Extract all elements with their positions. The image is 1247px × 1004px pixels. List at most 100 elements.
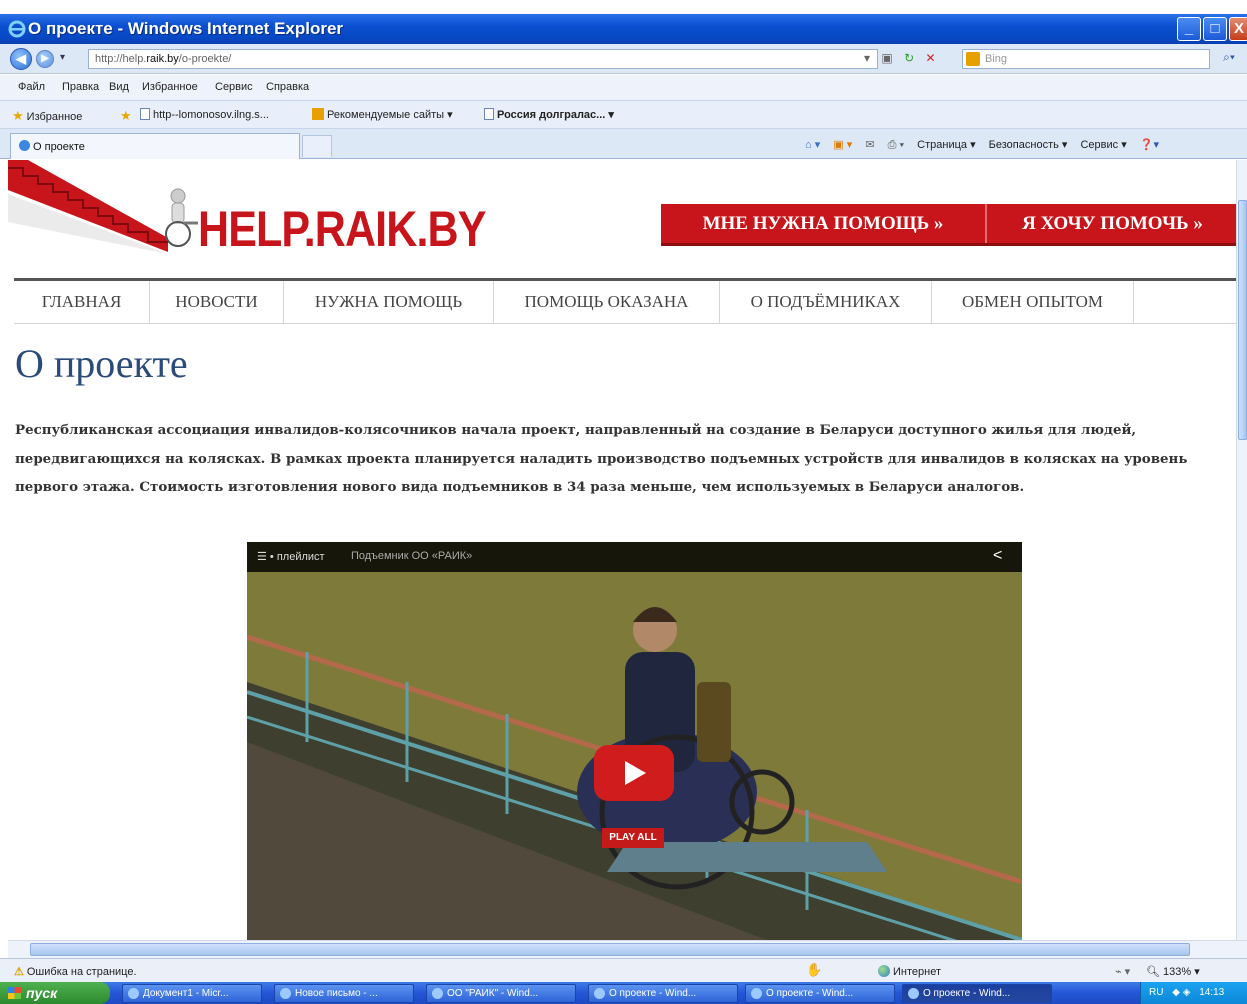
taskbar-item-word[interactable]: Документ1 - Micr... xyxy=(122,984,262,1003)
menu-file[interactable]: Файл xyxy=(18,81,45,93)
language-indicator[interactable]: RU xyxy=(1149,987,1163,998)
start-button[interactable]: пуск xyxy=(0,982,110,1004)
address-toolbar: ◀ ▶ ▾ http://help.raik.by/o-proekte/ ▾ ▣… xyxy=(0,44,1247,74)
compat-view-icon[interactable]: ▣ xyxy=(881,51,892,65)
tools-menu[interactable]: Сервис ▾ xyxy=(1080,139,1126,151)
page-viewport: HELP.RAIK.BY МНЕ НУЖНА ПОМОЩЬ » Я ХОЧУ П… xyxy=(8,160,1236,940)
play-all-button[interactable]: PLAY ALL xyxy=(602,828,664,848)
taskbar-item-ie-3[interactable]: О проекте - Wind... xyxy=(745,984,895,1003)
vertical-scrollbar[interactable] xyxy=(1236,160,1247,940)
dropdown-icon[interactable]: ▾ xyxy=(864,51,870,65)
menu-tools[interactable]: Сервис xyxy=(215,81,253,93)
mail-icon[interactable]: ✉ xyxy=(865,139,874,151)
status-bar: ⚠ Ошибка на странице. ✋ Интернет ⌁ ▾ 🔍︎ 1… xyxy=(0,958,1247,982)
add-favorite-icon[interactable]: ★ xyxy=(120,108,135,124)
nav-experience[interactable]: ОБМЕН ОПЫТОМ xyxy=(932,281,1134,323)
zoom-icon: 🔍︎ xyxy=(1146,966,1160,978)
ie-logo-icon xyxy=(8,20,26,38)
zoom-level[interactable]: 🔍︎ 133% ▾ xyxy=(1146,965,1200,978)
favorite-link-3[interactable]: Россия долгралас... ▾ xyxy=(484,108,614,121)
nav-home[interactable]: ГЛАВНАЯ xyxy=(14,281,150,323)
windows-flag-icon xyxy=(8,987,21,999)
video-player[interactable]: ☰ • плейлист Подъемник ОО «РАИК» < PLAY … xyxy=(247,542,1022,940)
menu-view[interactable]: Вид xyxy=(109,81,129,93)
forward-button[interactable]: ▶ xyxy=(36,50,54,68)
favorites-bar: ★ Избранное ★ http--lomonosov.ilng.s... Р… xyxy=(0,101,1247,129)
title-bar: О проекте - Windows Internet Explorer _ … xyxy=(0,14,1247,44)
new-tab-button[interactable] xyxy=(302,135,332,157)
suggested-sites-icon xyxy=(312,108,324,120)
print-icon[interactable]: ⎙ ▾ xyxy=(888,139,904,151)
globe-icon xyxy=(878,965,890,977)
close-button[interactable]: X xyxy=(1229,17,1247,41)
site-nav: ГЛАВНАЯ НОВОСТИ НУЖНА ПОМОЩЬ ПОМОЩЬ ОКАЗ… xyxy=(14,278,1236,324)
address-tools: ▾ ▣ ↻ ✕ xyxy=(864,51,936,65)
page-menu[interactable]: Страница ▾ xyxy=(917,139,975,151)
star-icon: ★ xyxy=(12,108,24,123)
taskbar-item-ie-4[interactable]: О проекте - Wind... xyxy=(902,984,1052,1003)
menu-bar: Файл Правка Вид Избранное Сервис Справка xyxy=(0,75,1247,101)
security-zone: Интернет xyxy=(878,965,941,978)
popup-blocker-icon[interactable]: ✋ xyxy=(806,962,822,978)
warning-icon: ⚠ xyxy=(14,966,24,978)
maximize-button[interactable]: □ xyxy=(1203,17,1227,41)
playlist-label[interactable]: ☰ • плейлист xyxy=(257,550,325,563)
page-icon xyxy=(140,108,150,120)
search-input[interactable]: Bing xyxy=(962,49,1210,69)
favorite-link-1[interactable]: http--lomonosov.ilng.s... xyxy=(140,108,269,121)
favorite-link-2[interactable]: Рекомендуемые сайты ▾ xyxy=(312,108,453,121)
back-button[interactable]: ◀ xyxy=(10,48,32,70)
safety-menu[interactable]: Безопасность ▾ xyxy=(989,139,1068,151)
menu-favorites[interactable]: Избранное xyxy=(142,81,198,93)
bing-icon xyxy=(966,52,980,66)
play-icon xyxy=(625,761,646,785)
nav-help-given[interactable]: ПОМОЩЬ ОКАЗАНА xyxy=(494,281,720,323)
feeds-icon[interactable]: ▣ ▾ xyxy=(833,139,852,151)
video-title[interactable]: Подъемник ОО «РАИК» xyxy=(351,550,472,562)
search-icon[interactable]: ⌕▾ xyxy=(1216,50,1242,68)
favorites-button[interactable]: ★ Избранное xyxy=(12,108,82,124)
horizontal-scrollbar[interactable] xyxy=(8,940,1247,958)
video-thumbnail xyxy=(247,542,1022,940)
tray-icons[interactable]: ◆ ◈ xyxy=(1172,987,1190,998)
address-input[interactable]: http://help.raik.by/o-proekte/ xyxy=(88,49,878,69)
horizontal-scroll-thumb[interactable] xyxy=(30,943,1190,956)
want-to-help-button[interactable]: Я ХОЧУ ПОМОЧЬ » xyxy=(989,204,1236,243)
page-error-status[interactable]: ⚠ Ошибка на странице. xyxy=(14,965,137,978)
tab-row: О проекте ⌂ ▾ ▣ ▾ ✉ ⎙ ▾ Страница ▾ Безоп… xyxy=(0,129,1247,159)
stop-icon[interactable]: ✕ xyxy=(925,51,935,65)
menu-help[interactable]: Справка xyxy=(266,81,309,93)
system-tray: RU ◆ ◈ 14:13 xyxy=(1140,982,1247,1004)
ie-icon xyxy=(19,140,30,151)
intro-text: Республиканская ассоциация инвалидов-кол… xyxy=(15,422,1188,495)
window-title: О проекте - Windows Internet Explorer xyxy=(28,19,344,38)
clock: 14:13 xyxy=(1199,987,1225,998)
need-help-button[interactable]: МНЕ НУЖНА ПОМОЩЬ » xyxy=(661,204,987,243)
back-arrow-icon: ◀ xyxy=(16,51,26,66)
taskbar-item-mail[interactable]: Новое письмо - ... xyxy=(274,984,414,1003)
vertical-scroll-thumb[interactable] xyxy=(1238,200,1247,440)
video-topbar: ☰ • плейлист Подъемник ОО «РАИК» < xyxy=(247,542,1022,572)
share-icon[interactable]: < xyxy=(993,547,1002,565)
minimize-button[interactable]: _ xyxy=(1177,17,1201,41)
history-dropdown-icon[interactable]: ▾ xyxy=(60,52,65,63)
ie-icon xyxy=(751,988,762,999)
play-button[interactable] xyxy=(594,745,674,801)
taskbar-item-ie-2[interactable]: О проекте - Wind... xyxy=(588,984,738,1003)
nav-about-lifts[interactable]: О ПОДЪЁМНИКАХ xyxy=(720,281,932,323)
site-logo[interactable]: HELP.RAIK.BY xyxy=(198,200,486,258)
taskbar-item-ie-1[interactable]: ОО "РАИК" - Wind... xyxy=(426,984,576,1003)
protected-mode-icon[interactable]: ⌁ ▾ xyxy=(1115,965,1130,978)
menu-edit[interactable]: Правка xyxy=(62,81,99,93)
home-icon[interactable]: ⌂ ▾ xyxy=(805,139,820,151)
word-icon xyxy=(128,988,139,999)
refresh-icon[interactable]: ↻ xyxy=(904,51,914,65)
tab-current[interactable]: О проекте xyxy=(10,133,300,159)
help-icon[interactable]: ❓▾ xyxy=(1140,139,1159,151)
nav-need-help[interactable]: НУЖНА ПОМОЩЬ xyxy=(284,281,494,323)
cta-bar: МНЕ НУЖНА ПОМОЩЬ » Я ХОЧУ ПОМОЧЬ » xyxy=(661,204,1236,246)
ie-window: О проекте - Windows Internet Explorer _ … xyxy=(0,0,1247,1004)
page-title: О проекте xyxy=(15,341,188,386)
page-icon xyxy=(484,108,494,120)
nav-news[interactable]: НОВОСТИ xyxy=(150,281,284,323)
